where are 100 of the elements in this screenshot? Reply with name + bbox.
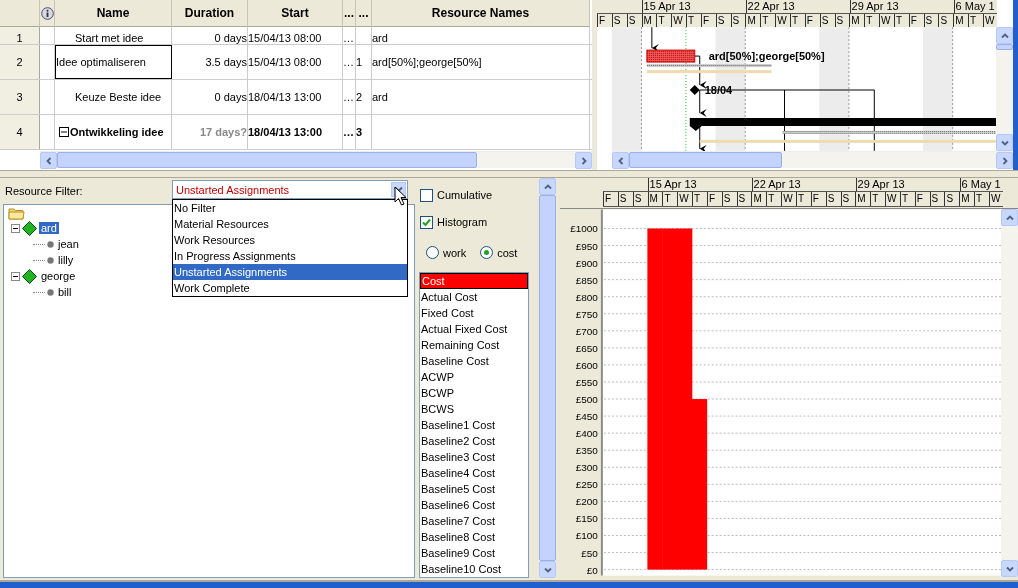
day-label: W: [982, 14, 997, 27]
duration-text: 17 days?: [199, 126, 247, 138]
list-item[interactable]: Baseline7 Cost: [420, 513, 528, 529]
list-item[interactable]: Actual Cost: [420, 289, 528, 305]
list-item[interactable]: Baseline9 Cost: [420, 545, 528, 561]
row-header[interactable]: 4: [0, 115, 40, 149]
scroll-up-button[interactable]: [1001, 209, 1018, 226]
list-item[interactable]: Baseline10 Cost: [420, 561, 528, 577]
vertical-scrollbar[interactable]: [996, 27, 1013, 151]
list-item[interactable]: BCWP: [420, 385, 528, 401]
tree-item[interactable]: george: [39, 270, 78, 282]
duration-text: 0 days: [214, 32, 247, 44]
tree-item[interactable]: ard: [39, 222, 59, 234]
scroll-up-button[interactable]: [996, 27, 1013, 44]
axis-label: £950: [575, 240, 598, 252]
table-cell: 1: [356, 56, 363, 68]
scroll-down-button[interactable]: [1001, 560, 1018, 577]
list-item[interactable]: ACWP: [420, 369, 528, 385]
duration-text: 3.5 days: [205, 56, 247, 68]
dot-icon: [47, 288, 54, 296]
column-header[interactable]: [40, 0, 55, 27]
radio-button[interactable]: [480, 246, 494, 260]
dropdown-option[interactable]: No Filter: [173, 200, 407, 216]
tree-item[interactable]: jean: [56, 238, 81, 250]
column-header[interactable]: Resource Names: [372, 0, 590, 27]
horizontal-scrollbar[interactable]: [612, 151, 1013, 168]
dropdown-option[interactable]: Work Complete: [173, 280, 407, 296]
dropdown-option[interactable]: Work Resources: [173, 232, 407, 248]
info-icon: [40, 6, 54, 20]
collapse-icon[interactable]: [59, 127, 69, 137]
column-header[interactable]: ...: [343, 0, 356, 27]
list-item[interactable]: Baseline4 Cost: [420, 465, 528, 481]
collapse-icon[interactable]: [11, 271, 20, 281]
week-label: 6 May 1: [959, 178, 1003, 191]
task-name[interactable]: Idee optimaliseren: [55, 45, 172, 79]
column-header[interactable]: Duration: [172, 0, 248, 27]
chevron-left-icon: [616, 156, 625, 165]
milestone-diamond[interactable]: [689, 85, 700, 95]
column-header[interactable]: Name: [55, 0, 172, 27]
day-label: W: [677, 192, 693, 206]
table-cell: 2: [356, 91, 363, 103]
list-item[interactable]: Baseline5 Cost: [420, 481, 528, 497]
summary-bar[interactable]: [689, 117, 996, 131]
day-label: F: [810, 192, 826, 206]
scroll-right-button[interactable]: [996, 152, 1013, 169]
chevron-up-icon: [1000, 31, 1009, 40]
scroll-down-button[interactable]: [539, 561, 556, 578]
filter-label: Resource Filter:: [4, 185, 83, 197]
column-header[interactable]: ...: [356, 0, 372, 27]
scroll-down-button[interactable]: [996, 134, 1013, 151]
list-item[interactable]: Remaining Cost: [420, 337, 528, 353]
list-item[interactable]: Baseline8 Cost: [420, 529, 528, 545]
scroll-right-button[interactable]: [575, 152, 592, 169]
dropdown-option[interactable]: Unstarted Assignments: [173, 264, 407, 280]
row-header[interactable]: 2: [0, 45, 40, 79]
checkbox[interactable]: [420, 188, 433, 202]
list-item[interactable]: Fixed Cost: [420, 305, 528, 321]
radio-button[interactable]: [426, 246, 439, 260]
row-header[interactable]: 1: [0, 27, 40, 44]
filter-dropdown[interactable]: Unstarted Assignments: [172, 180, 408, 199]
vertical-scrollbar[interactable]: [1001, 209, 1018, 577]
list-item[interactable]: Actual Fixed Cost: [420, 321, 528, 337]
day-label: T: [870, 192, 886, 206]
task-bar[interactable]: [646, 49, 696, 63]
column-header[interactable]: Start: [248, 0, 343, 27]
list-item[interactable]: Baseline1 Cost: [420, 417, 528, 433]
row-header[interactable]: 3: [0, 80, 40, 114]
day-label: F: [603, 192, 618, 206]
axis-label: £900: [575, 257, 598, 269]
scroll-left-button[interactable]: [612, 152, 629, 169]
list-item[interactable]: Cost: [420, 273, 528, 289]
horizontal-scrollbar[interactable]: [40, 151, 592, 168]
collapse-icon[interactable]: [11, 223, 20, 233]
scrollbar-thumb[interactable]: [57, 152, 477, 168]
tree-item[interactable]: lilly: [56, 254, 76, 266]
dropdown-option[interactable]: Material Resources: [173, 216, 407, 232]
list-item[interactable]: Baseline Cost: [420, 353, 528, 369]
scroll-left-button[interactable]: [40, 152, 57, 169]
day-label: F: [914, 192, 930, 206]
day-label: F: [706, 192, 722, 206]
scrollbar-thumb[interactable]: [996, 44, 1013, 50]
table-cell: …: [343, 56, 354, 68]
day-label: S: [736, 192, 752, 206]
day-label: T: [662, 192, 678, 206]
tree-item[interactable]: bill: [56, 286, 74, 298]
scrollbar-thumb[interactable]: [629, 152, 782, 168]
dropdown-value: Unstarted Assignments: [175, 183, 291, 196]
day-label: T: [692, 192, 707, 206]
day-label: W: [988, 192, 1003, 206]
list-item[interactable]: Baseline2 Cost: [420, 433, 528, 449]
week-label: 29 Apr 13: [855, 178, 960, 191]
dropdown-option[interactable]: In Progress Assignments: [173, 248, 407, 264]
list-item[interactable]: Baseline3 Cost: [420, 449, 528, 465]
task-name: Ontwikkeling idee: [70, 126, 164, 138]
day-label: M: [849, 14, 865, 27]
list-item[interactable]: Baseline6 Cost: [420, 497, 528, 513]
day-label: W: [671, 14, 687, 27]
scroll-up-button[interactable]: [539, 178, 556, 195]
checkbox[interactable]: [420, 215, 433, 229]
list-item[interactable]: BCWS: [420, 401, 528, 417]
